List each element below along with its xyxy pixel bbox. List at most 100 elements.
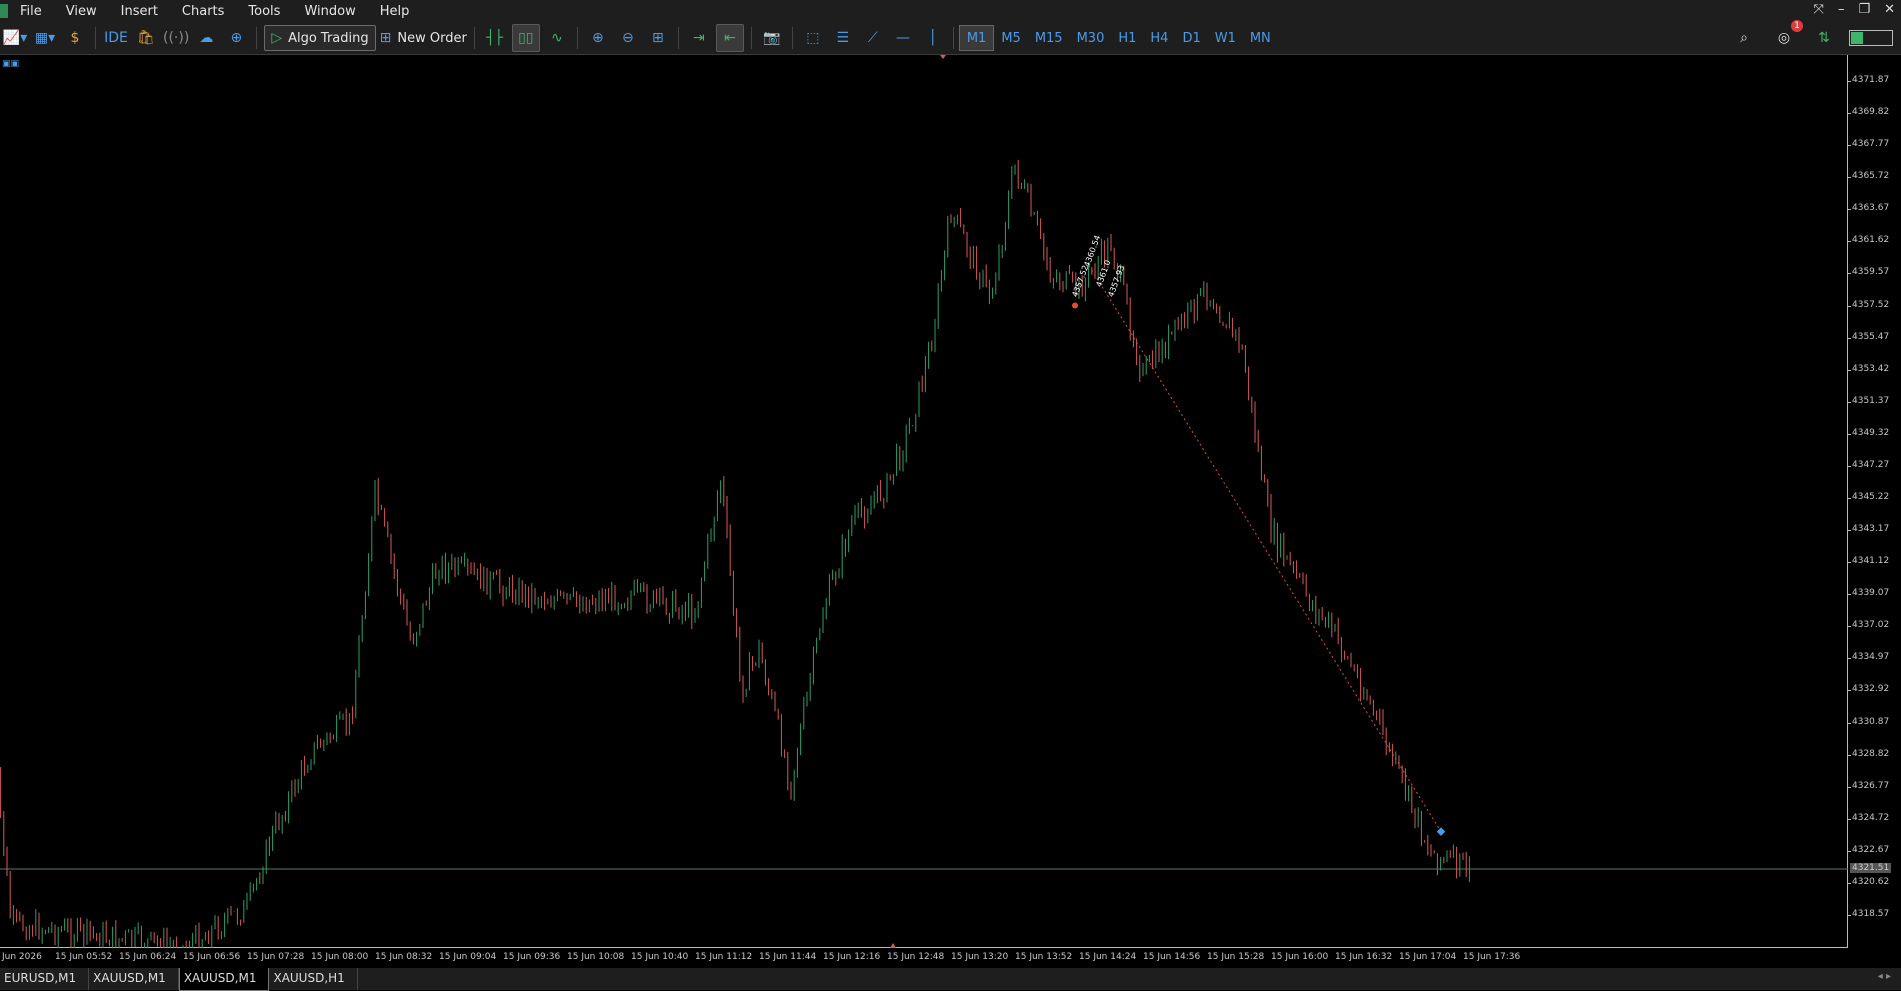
price-tick: [1848, 81, 1851, 82]
price-tick: [1848, 433, 1851, 435]
menu-tools[interactable]: Tools: [236, 4, 292, 19]
new-order-button[interactable]: ⊞ New Order: [380, 25, 467, 51]
price-tick: [1848, 882, 1851, 884]
search-icon[interactable]: ⌕: [1731, 25, 1757, 51]
zoom-out-icon[interactable]: ⊖: [615, 25, 641, 51]
time-label: 15 Jun 09:04: [439, 952, 497, 962]
globe-icon[interactable]: ⊕: [223, 25, 249, 51]
menu-charts[interactable]: Charts: [170, 4, 237, 19]
time-axis[interactable]: Jun 2026 15 Jun 05:52 15 Jun 06:24 15 Jun 0…: [0, 948, 1848, 968]
time-label: 15 Jun 17:04: [1399, 952, 1457, 962]
dollar-icon[interactable]: $: [62, 25, 88, 51]
timeframe-m5[interactable]: M5: [994, 26, 1028, 50]
separator: [677, 27, 679, 49]
trendline-icon[interactable]: ⟋: [860, 25, 886, 51]
price-tick: [1848, 690, 1851, 692]
fibonacci-icon[interactable]: ☰: [830, 25, 856, 51]
price-label: 4357.52: [1852, 299, 1890, 310]
timeframe-m30[interactable]: M30: [1070, 26, 1112, 50]
trade-line: [1088, 265, 1442, 832]
timeframe-w1[interactable]: W1: [1208, 26, 1243, 50]
tab-xauusd-h1[interactable]: XAUUSD,H1: [269, 968, 358, 990]
menu-insert[interactable]: Insert: [109, 4, 170, 19]
timeframe-h1[interactable]: H1: [1111, 26, 1143, 50]
restore-icon[interactable]: ❐: [1858, 2, 1870, 17]
price-tick: [1848, 113, 1851, 115]
pin-icon[interactable]: ⤧: [1814, 2, 1824, 17]
line-chart-icon[interactable]: 📈▾: [2, 25, 28, 51]
timeframe-m15[interactable]: M15: [1028, 26, 1070, 50]
time-label: 15 Jun 14:56: [1143, 952, 1201, 962]
minimize-icon[interactable]: –: [1838, 2, 1845, 17]
timeframe-mn[interactable]: MN: [1243, 26, 1278, 50]
price-tick: [1848, 850, 1851, 852]
vertical-line-icon[interactable]: │: [920, 25, 946, 51]
screenshot-icon[interactable]: 📷: [759, 25, 785, 51]
price-label: 4320.62: [1852, 876, 1890, 887]
bar-chart-icon[interactable]: ┤├: [482, 25, 508, 51]
close-icon[interactable]: ✕: [1884, 2, 1895, 17]
timeframe-h4[interactable]: H4: [1143, 26, 1175, 50]
toolbar: 📈▾ ▦▾ $ IDE 🛍 ((·)) ☁ ⊕ ▷ Algo Trading ⊞…: [0, 20, 1901, 55]
price-tick: [1848, 145, 1851, 147]
separator: [576, 27, 578, 49]
menu-file[interactable]: File: [8, 4, 54, 19]
trade-exit-marker[interactable]: [1436, 827, 1446, 836]
chart-tabs: EURUSD,M1 XAUUSD,M1 XAUUSD,M1 XAUUSD,H1 …: [0, 968, 1901, 991]
time-label: 15 Jun 10:40: [631, 952, 689, 962]
price-label: 4332.92: [1852, 684, 1890, 695]
zoom-in-icon[interactable]: ⊕: [585, 25, 611, 51]
menu-window[interactable]: Window: [292, 4, 367, 19]
price-label: 4347.27: [1852, 459, 1890, 470]
price-tick: [1848, 241, 1851, 243]
signals-icon[interactable]: ((·)): [163, 25, 189, 51]
separator: [473, 27, 475, 49]
menu-help[interactable]: Help: [368, 4, 422, 19]
time-label: 15 Jun 06:56: [183, 952, 241, 962]
price-label: 4351.37: [1852, 395, 1890, 406]
menu-view[interactable]: View: [54, 4, 109, 19]
price-tick: [1848, 626, 1851, 628]
timeframe-d1[interactable]: D1: [1175, 26, 1207, 50]
price-label: 4367.77: [1852, 139, 1890, 150]
notifications-icon[interactable]: ◎ 1: [1771, 20, 1803, 51]
autoscroll-icon[interactable]: ⇥: [686, 25, 712, 51]
price-axis[interactable]: 4371.87 4369.82 4367.77 4365.72 4363.67 4361.…: [1848, 55, 1901, 948]
separator: [791, 27, 793, 49]
ide-button[interactable]: IDE: [103, 25, 129, 51]
algo-trading-button[interactable]: ▷ Algo Trading: [264, 25, 376, 51]
tab-eurusd-m1[interactable]: EURUSD,M1: [0, 968, 90, 990]
line-chart-type-icon[interactable]: ∿: [544, 25, 570, 51]
price-tick: [1848, 177, 1851, 179]
time-label: 15 Jun 12:16: [823, 952, 881, 962]
time-label: 15 Jun 13:20: [951, 952, 1009, 962]
time-label: 15 Jun 15:28: [1207, 952, 1265, 962]
trade-entry-marker[interactable]: [1072, 302, 1078, 309]
tab-scroll-arrows[interactable]: ◂ ▸: [1878, 971, 1891, 982]
timeframe-m1[interactable]: M1: [958, 25, 995, 51]
connection-icon: ⇅: [1818, 30, 1830, 46]
templates-icon[interactable]: ▦▾: [32, 25, 58, 51]
grid-icon[interactable]: ⊞: [645, 25, 671, 51]
separator: [256, 27, 258, 49]
time-label: 15 Jun 06:24: [119, 952, 177, 962]
chart-area[interactable]: ▣▣ 4357.52 4360.54 4361.0 4357.93: [0, 55, 1848, 948]
tab-xauusd-m1-active[interactable]: XAUUSD,M1: [178, 968, 270, 991]
time-label: 15 Jun 08:32: [375, 952, 433, 962]
market-bag-icon[interactable]: 🛍: [133, 25, 159, 51]
price-label: 4328.82: [1852, 748, 1890, 759]
candlestick-icon[interactable]: ▯▯: [511, 24, 540, 52]
price-label: 4337.02: [1852, 620, 1890, 631]
chart-shift-icon[interactable]: ⇤: [715, 24, 744, 52]
shift-marker-top[interactable]: [940, 55, 946, 59]
horizontal-line-icon[interactable]: —: [890, 25, 916, 51]
price-label: 4371.87: [1852, 75, 1890, 85]
time-label: 15 Jun 11:44: [759, 952, 817, 962]
time-label: 15 Jun 10:08: [567, 952, 625, 962]
algo-trading-label: Algo Trading: [288, 30, 369, 46]
crosshair-box-icon[interactable]: ⬚: [800, 25, 826, 51]
trade-label: 4360.54: [1082, 234, 1102, 268]
tab-xauusd-m1[interactable]: XAUUSD,M1: [89, 968, 179, 990]
price-label: 4334.97: [1852, 652, 1890, 663]
cloud-icon[interactable]: ☁: [193, 25, 219, 51]
